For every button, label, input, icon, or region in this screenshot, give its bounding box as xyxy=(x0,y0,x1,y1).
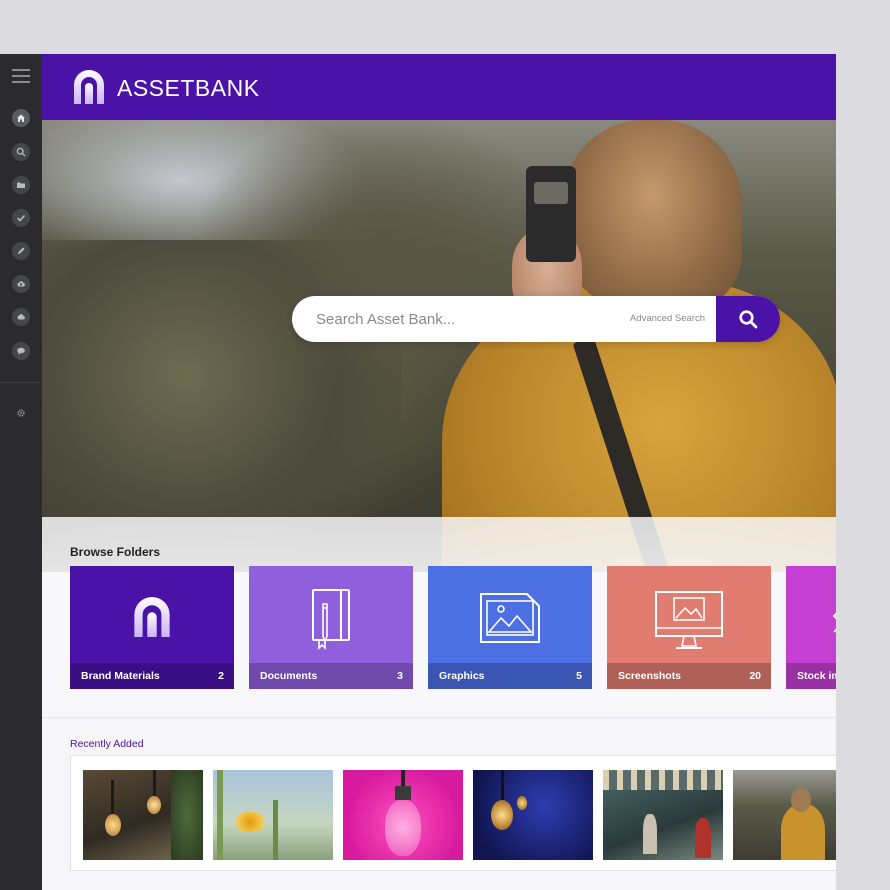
search-input[interactable] xyxy=(292,296,636,342)
folder-count: 3 xyxy=(397,670,403,682)
folder-name: Documents xyxy=(260,670,318,682)
brand-logo-icon xyxy=(134,597,170,637)
thumbnail-bulb-on-pink[interactable] xyxy=(343,770,463,860)
folder-count: 20 xyxy=(749,670,761,682)
check-icon[interactable] xyxy=(12,209,30,227)
folder-card[interactable]: Brand Materials 2 xyxy=(70,566,234,689)
folder-count: 2 xyxy=(218,670,224,682)
advanced-search-link[interactable]: Advanced Search xyxy=(630,313,705,324)
pencil-icon[interactable] xyxy=(12,242,30,260)
thumbnail-carousel-people[interactable] xyxy=(603,770,723,860)
folder-name: Brand Materials xyxy=(81,670,160,682)
side-rail xyxy=(0,54,42,890)
home-icon[interactable] xyxy=(12,109,30,127)
menu-icon[interactable] xyxy=(12,69,30,83)
app-header: ASSETBANK xyxy=(42,54,836,120)
image-icon xyxy=(480,593,540,643)
folder-name: Screenshots xyxy=(618,670,682,682)
folder-name: Graphics xyxy=(439,670,485,682)
thumbnail-bulbs-on-blue[interactable] xyxy=(473,770,593,860)
folder-card[interactable]: Documents 3 xyxy=(249,566,413,689)
monitor-icon xyxy=(655,591,723,649)
folder-card[interactable]: Screenshots 20 xyxy=(607,566,771,689)
folder-count: 5 xyxy=(576,670,582,682)
recently-added-title: Recently Added xyxy=(70,738,144,750)
search-icon[interactable] xyxy=(12,143,30,161)
chat-icon[interactable] xyxy=(12,342,30,360)
thumbnail-woman-with-camera[interactable] xyxy=(733,770,836,860)
brand-logo-icon[interactable] xyxy=(72,68,106,106)
recent-thumbnail-strip xyxy=(70,755,836,871)
gear-icon[interactable] xyxy=(12,404,30,422)
search-button[interactable] xyxy=(716,296,780,342)
brand-name: ASSETBANK xyxy=(117,75,260,101)
folder-name: Stock ima xyxy=(797,670,836,682)
notebook-icon xyxy=(312,589,350,650)
folder-card[interactable]: Graphics 5 xyxy=(428,566,592,689)
app-window: ASSETBANK Advanced Search Browse Folders xyxy=(0,54,836,890)
cloud-upload-icon[interactable] xyxy=(12,275,30,293)
rail-divider xyxy=(0,382,42,383)
folder-card[interactable]: Stock ima xyxy=(786,566,836,689)
thumbnail-hanging-light-bulbs[interactable] xyxy=(83,770,203,860)
hero-image xyxy=(42,120,836,572)
cloud-icon[interactable] xyxy=(12,308,30,326)
browse-folders-section: Browse Folders Brand Materials 2 Documen… xyxy=(42,517,836,717)
recently-added-section: Recently Added xyxy=(42,717,836,890)
search-bar: Advanced Search xyxy=(292,296,780,342)
folder-icon[interactable] xyxy=(12,176,30,194)
thumbnail-yellow-flowers[interactable] xyxy=(213,770,333,860)
search-icon xyxy=(739,310,758,329)
browse-folders-title: Browse Folders xyxy=(70,545,161,559)
stock-icon xyxy=(832,612,836,633)
